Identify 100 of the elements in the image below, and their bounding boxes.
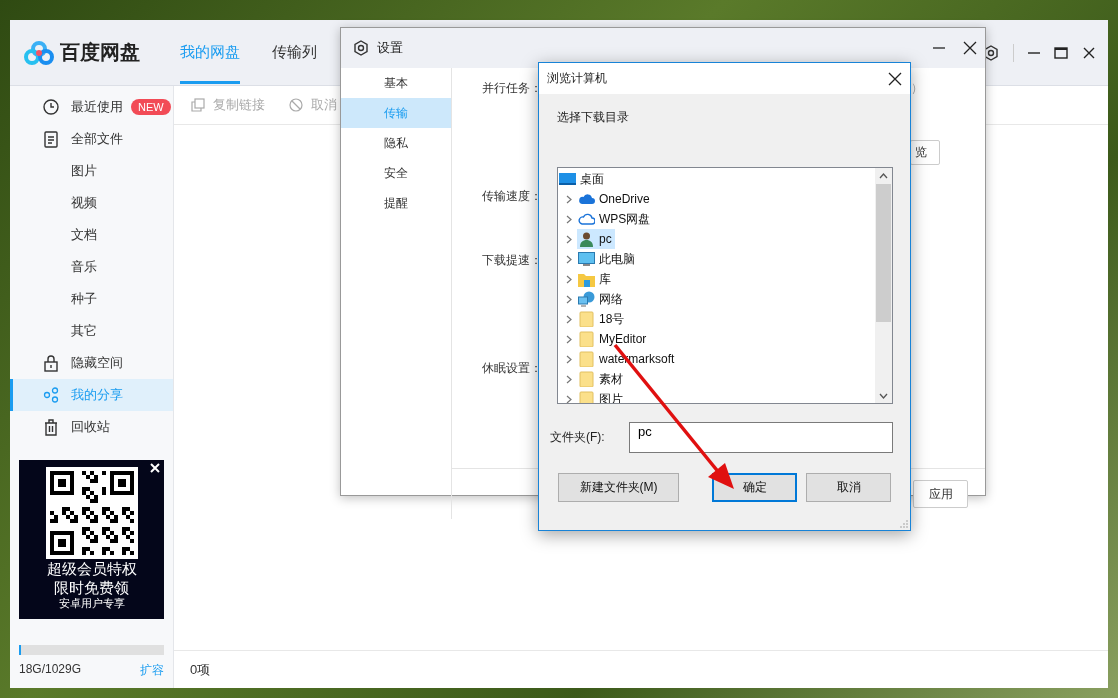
promo-text: 限时免费领 [54, 578, 129, 597]
setting-label: 并行任务： [482, 80, 542, 97]
folder-tree-item[interactable]: 素材 [558, 369, 875, 389]
settings-icon [353, 40, 369, 56]
sidebar-item[interactable]: 最近使用 NEW [10, 91, 173, 123]
dialog-prompt: 选择下载目录 [557, 109, 630, 125]
folder-input[interactable]: pc [629, 422, 893, 453]
lock-icon [43, 354, 59, 372]
nav-tab[interactable]: 传输列 [272, 20, 317, 84]
maximize-icon [1054, 45, 1068, 60]
sidebar-item[interactable]: 回收站 [10, 411, 173, 443]
close-icon [150, 463, 160, 473]
sidebar-item[interactable]: 文档 [10, 219, 173, 251]
storage-usage: 18G/1029G [19, 662, 82, 678]
settings-nav-item[interactable]: 隐私 [341, 128, 451, 158]
folder-tree-item[interactable]: WPS网盘 [558, 209, 875, 229]
chevron-icon [566, 394, 572, 403]
maximize-button[interactable] [1054, 45, 1068, 60]
clock-icon [43, 99, 59, 115]
settings-nav-item[interactable]: 提醒 [341, 188, 451, 218]
sidebar-item-label: 回收站 [71, 418, 110, 436]
library-folder-icon [578, 271, 595, 287]
network-icon [578, 291, 595, 307]
folder-tree-item[interactable]: MyEditor [558, 329, 875, 349]
setting-label: 下载提速： [482, 252, 542, 269]
person-icon [578, 231, 595, 247]
settings-nav-item[interactable]: 安全 [341, 158, 451, 188]
minimize-icon [1028, 51, 1040, 54]
sidebar-item-label: 隐藏空间 [71, 354, 123, 372]
share-icon [43, 387, 59, 403]
folder-name: 网络 [599, 290, 623, 308]
browse-button[interactable]: 览 [910, 140, 940, 165]
folder-name: OneDrive [599, 192, 650, 206]
folder-name: 18号 [599, 310, 625, 328]
folder-name: MyEditor [599, 332, 647, 346]
new-badge: NEW [131, 99, 171, 115]
dialog-title: 设置 [377, 39, 403, 57]
promo-text: 超级会员特权 [46, 559, 137, 578]
folder-name: WPS网盘 [599, 210, 651, 228]
close-icon [1082, 45, 1096, 60]
folder-icon [578, 371, 595, 387]
folder-name: 库 [599, 270, 611, 288]
dialog-button[interactable]: 取消 [806, 473, 891, 502]
close-icon [963, 41, 977, 55]
folder-name: pc [599, 232, 612, 246]
desktop-icon [559, 172, 576, 186]
close-button[interactable] [963, 41, 977, 55]
sidebar-item[interactable]: 其它 [10, 315, 173, 347]
scroll-up-icon [879, 173, 888, 179]
minimize-button[interactable] [1028, 51, 1040, 54]
dialog-button[interactable]: 确定 [712, 473, 797, 502]
copy-icon [191, 98, 205, 112]
folder-tree-item[interactable]: 桌面 [558, 169, 875, 189]
sidebar-item-label: 我的分享 [71, 386, 123, 404]
item-count: 0项 [190, 660, 211, 679]
folder-tree-item[interactable]: 网络 [558, 289, 875, 309]
folder-name: 桌面 [580, 170, 604, 188]
cancel-icon [289, 98, 303, 112]
close-icon [888, 71, 902, 86]
monitor-icon [578, 251, 595, 267]
folder-tree-item[interactable]: OneDrive [558, 189, 875, 209]
scrollbar[interactable] [875, 168, 892, 403]
close-button[interactable] [888, 71, 902, 86]
sidebar-item[interactable]: 音乐 [10, 251, 173, 283]
close-button[interactable] [1082, 45, 1096, 60]
cloud-icon [578, 192, 595, 206]
folder-tree-item[interactable]: 此电脑 [558, 249, 875, 269]
cloud-logo-icon [24, 39, 54, 66]
sidebar-item[interactable]: 隐藏空间 [10, 347, 173, 379]
dialog-button[interactable]: 新建文件夹(M) [558, 473, 679, 502]
document-icon [43, 130, 59, 148]
resize-grip-icon [900, 520, 908, 528]
folder-name: 素材 [599, 370, 623, 388]
folder-icon [578, 391, 595, 403]
folder-tree-item[interactable]: pc [558, 229, 875, 249]
folder-tree-item[interactable]: 库 [558, 269, 875, 289]
field-label: 文件夹(F): [550, 429, 606, 446]
trash-icon [43, 418, 59, 436]
dialog-title: 浏览计算机 [547, 70, 607, 87]
sidebar-item-label: 最近使用 [71, 98, 123, 116]
sidebar-item-label: 全部文件 [71, 130, 123, 148]
minimize-icon [933, 47, 945, 49]
folder-icon [578, 351, 595, 367]
setting-label: 传输速度： [482, 188, 542, 205]
folder-icon [578, 311, 595, 327]
setting-hint: ） [911, 80, 923, 97]
sidebar-item[interactable]: 图片 [10, 155, 173, 187]
setting-label: 休眠设置： [482, 360, 542, 377]
promo-text: 安卓用户专享 [58, 597, 125, 610]
sidebar-item[interactable]: 全部文件 [10, 123, 173, 155]
sidebar-item[interactable]: 视频 [10, 187, 173, 219]
promo-banner[interactable]: 超级会员特权 限时免费领 安卓用户专享 [19, 460, 164, 619]
scroll-down-icon [879, 393, 888, 399]
sidebar-item[interactable]: 种子 [10, 283, 173, 315]
settings-nav-item[interactable]: 基本 [341, 68, 451, 98]
folder-tree-item[interactable]: 18号 [558, 309, 875, 329]
apply-button[interactable]: 应用 [913, 480, 968, 508]
folder-name: 此电脑 [599, 250, 635, 268]
cloud-icon [578, 212, 595, 226]
app-logo-text: 百度网盘 [60, 40, 140, 65]
